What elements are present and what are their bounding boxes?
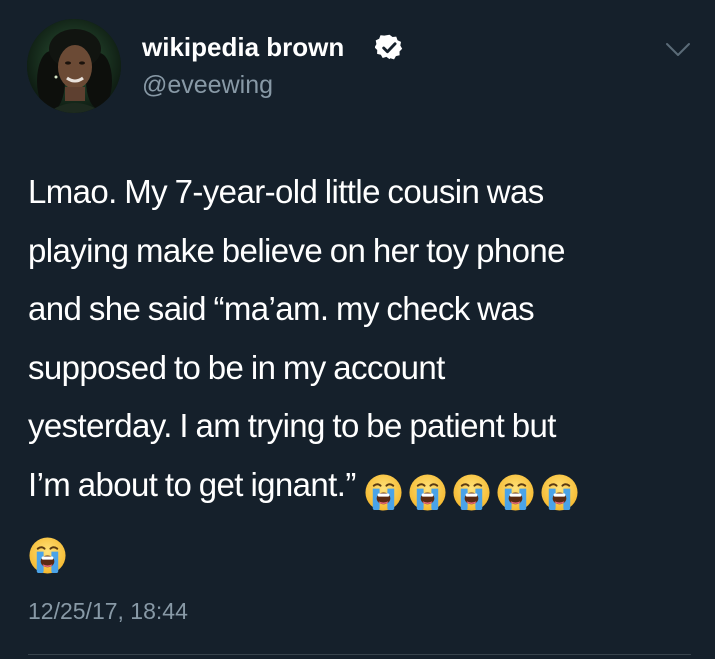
loudly-crying-face-icon bbox=[408, 473, 447, 512]
divider bbox=[28, 654, 691, 655]
display-name[interactable]: wikipedia brown bbox=[142, 30, 344, 64]
tweet-text-line: supposed to be in my account bbox=[28, 348, 445, 386]
emoji-row bbox=[364, 462, 584, 521]
timestamp[interactable]: 12/25/17, 18:44 bbox=[28, 596, 188, 626]
loudly-crying-face-icon bbox=[364, 473, 403, 512]
loudly-crying-face-icon bbox=[28, 536, 67, 575]
tweet-text-line: yesterday. I am trying to be patient but bbox=[28, 407, 556, 444]
emoji-row bbox=[28, 520, 700, 578]
tweet-text-line: Lmao. My 7-year-old little cousin was bbox=[28, 173, 544, 210]
avatar[interactable] bbox=[27, 19, 121, 113]
verified-badge-icon bbox=[375, 34, 403, 60]
loudly-crying-face-icon bbox=[540, 473, 579, 512]
loudly-crying-face-icon bbox=[452, 473, 491, 512]
tweet-text-line: playing make believe on her toy phone bbox=[28, 231, 565, 269]
tweet-text-line: and she said “ma’am. my check was bbox=[28, 290, 535, 327]
tweet-text-line-with-emoji: I’m about to get ignant.” bbox=[28, 456, 700, 521]
tweet-text-line: I’m about to get ignant.” bbox=[28, 465, 356, 503]
user-handle[interactable]: @eveewing bbox=[142, 68, 273, 102]
tweet-text: Lmao. My 7-year-old little cousin was pl… bbox=[28, 163, 700, 578]
loudly-crying-face-icon bbox=[496, 473, 535, 512]
chevron-down-icon[interactable] bbox=[665, 41, 691, 59]
profile-photo-icon bbox=[27, 19, 121, 113]
tweet-card: wikipedia brown @eveewing Lmao. My 7-yea… bbox=[0, 0, 715, 659]
